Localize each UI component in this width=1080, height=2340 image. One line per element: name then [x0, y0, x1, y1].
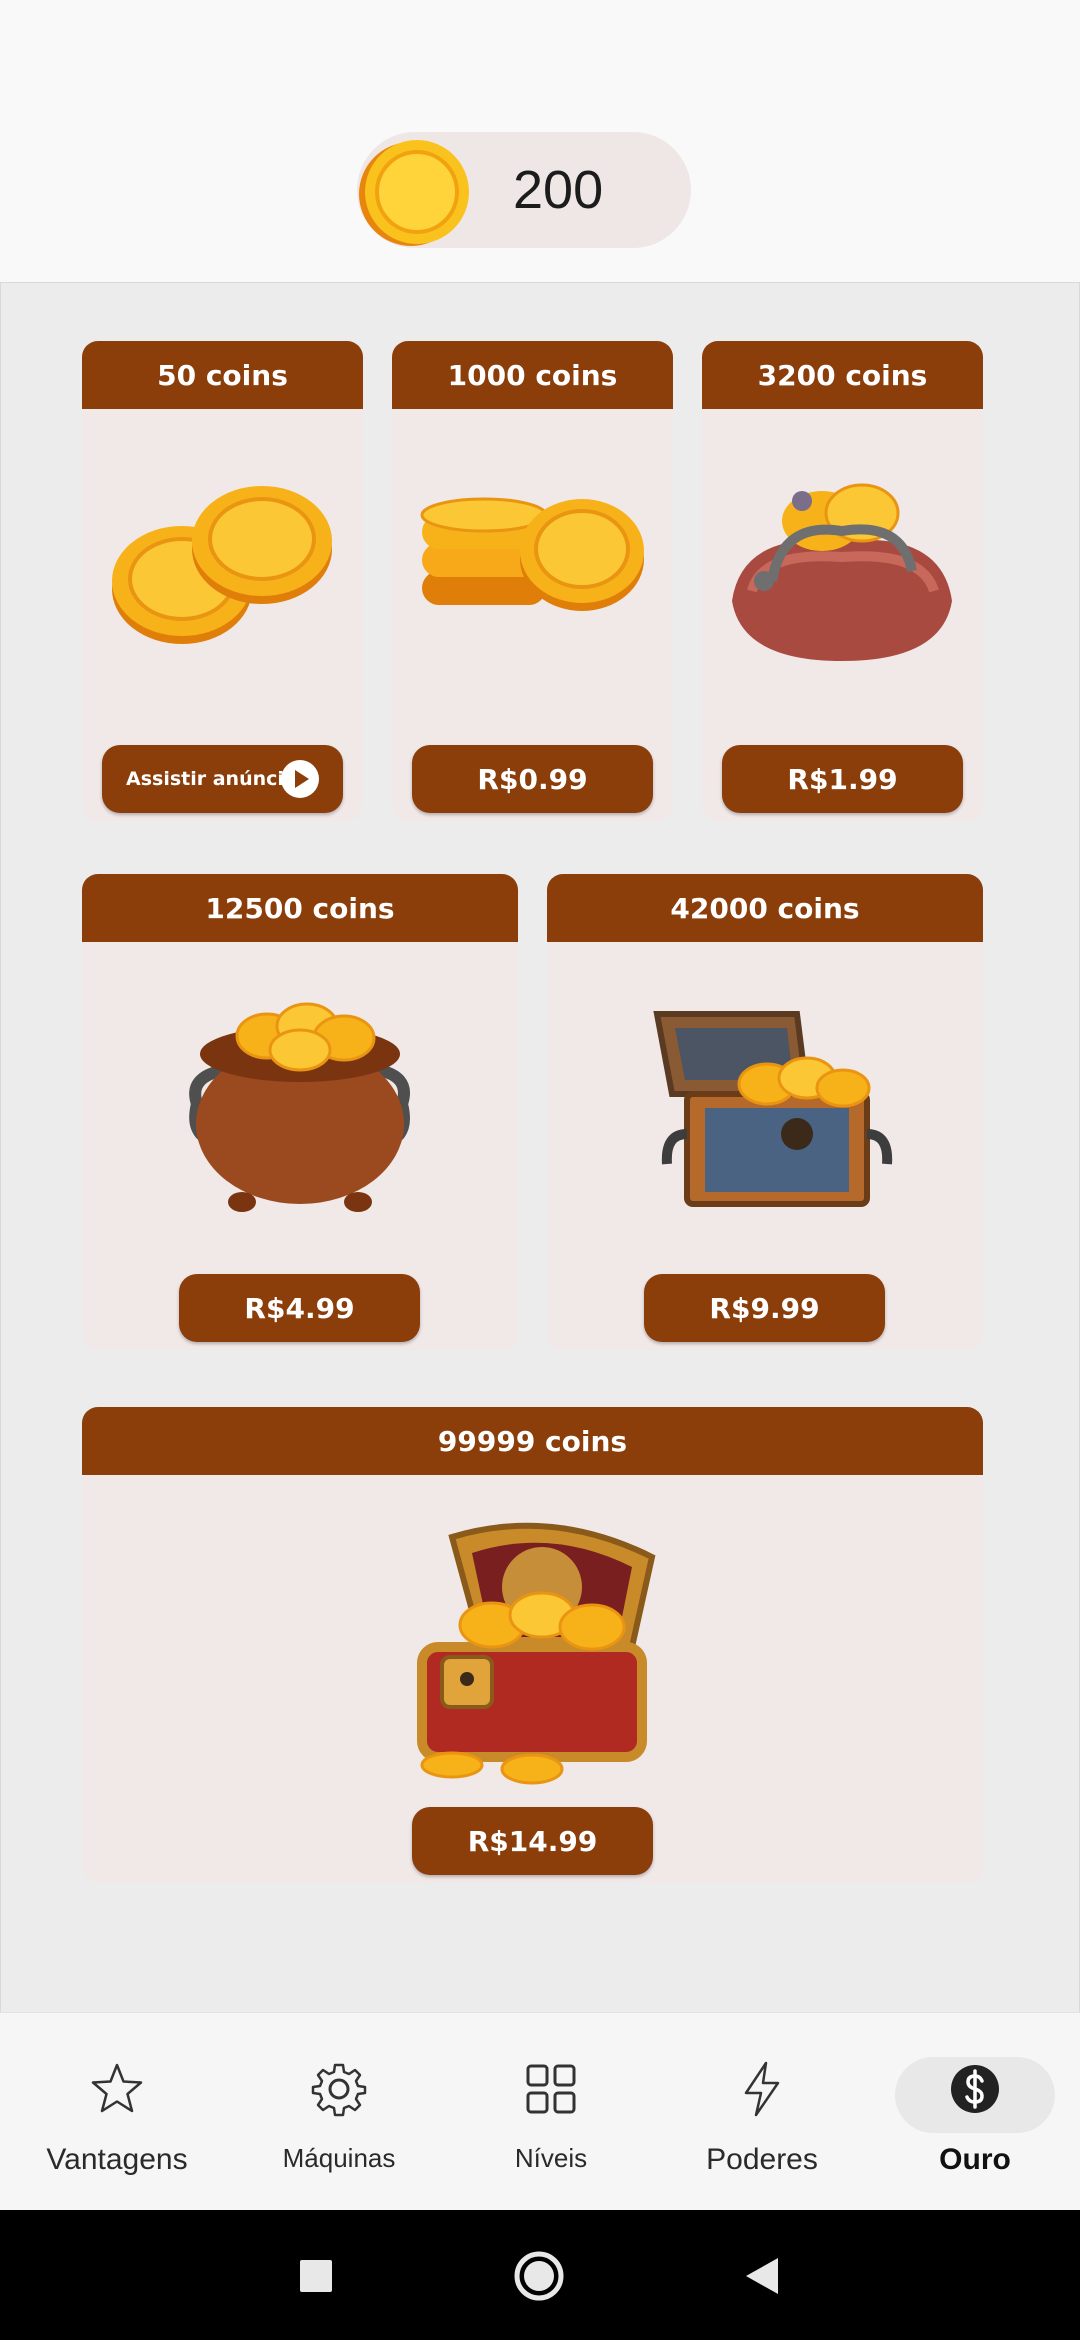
nav-item-ouro[interactable]: Ouro — [875, 2013, 1075, 2211]
pack-title: 42000 coins — [547, 874, 983, 942]
nav-label: Vantagens — [46, 2143, 188, 2176]
pack-card-3200: 3200 coins R$1.99 — [702, 341, 983, 821]
dollar-icon — [951, 2065, 999, 2113]
coin-count: 200 — [513, 160, 604, 220]
nav-item-niveis[interactable]: Níveis — [451, 2013, 651, 2211]
pack-card-99999: 99999 coins R$14.99 — [82, 1407, 983, 1883]
top-bar: 200 — [0, 0, 1080, 282]
nav-item-poderes[interactable]: Poderes — [662, 2013, 862, 2211]
watch-ad-label: Assistir anúncio — [126, 768, 297, 790]
golden-chest-image — [417, 1522, 656, 1785]
lightning-icon — [744, 2061, 780, 2117]
recents-button[interactable] — [300, 2260, 332, 2292]
back-button[interactable] — [742, 2256, 782, 2296]
pack-card-42000: 42000 coins R$9.99 — [547, 874, 983, 1350]
nav-label: Poderes — [706, 2143, 818, 2176]
star-icon — [91, 2063, 143, 2113]
buy-button-12500[interactable]: R$4.99 — [179, 1274, 420, 1342]
coin-purse-image — [732, 483, 952, 661]
pack-card-12500: 12500 coins R$4.99 — [82, 874, 518, 1350]
play-icon — [281, 760, 319, 798]
bottom-nav: Vantagens Máquinas Níveis Poderes Ouro — [0, 2012, 1080, 2211]
pack-card-1000: 1000 coins R$0.99 — [392, 341, 673, 821]
grid-icon — [526, 2064, 576, 2114]
nav-item-maquinas[interactable]: Máquinas — [239, 2013, 439, 2211]
two-coins-image — [112, 486, 332, 644]
pack-title: 50 coins — [82, 341, 363, 409]
pack-card-50: 50 coins Assistir anúncio — [82, 341, 363, 821]
coin-cauldron-image — [189, 1002, 410, 1212]
buy-button-42000[interactable]: R$9.99 — [644, 1274, 885, 1342]
system-nav-bar — [0, 2210, 1080, 2340]
watch-ad-button[interactable]: Assistir anúncio — [102, 745, 343, 813]
buy-button-1000[interactable]: R$0.99 — [412, 745, 653, 813]
nav-label: Ouro — [939, 2143, 1011, 2176]
coin-balance: 200 — [357, 132, 691, 248]
home-button[interactable] — [511, 2248, 567, 2304]
gear-icon — [311, 2063, 367, 2117]
pack-title: 3200 coins — [702, 341, 983, 409]
pack-title: 99999 coins — [82, 1407, 983, 1475]
nav-item-vantagens[interactable]: Vantagens — [17, 2013, 217, 2211]
coin-icon — [359, 140, 469, 246]
buy-button-99999[interactable]: R$14.99 — [412, 1807, 653, 1875]
coin-shop: 50 coins Assistir anúncio 1000 coins R$0… — [0, 282, 1080, 2014]
nav-label: Máquinas — [282, 2143, 396, 2173]
coin-stack-image — [420, 497, 644, 611]
pack-title: 12500 coins — [82, 874, 518, 942]
buy-button-3200[interactable]: R$1.99 — [722, 745, 963, 813]
nav-label: Níveis — [514, 2143, 588, 2173]
pack-title: 1000 coins — [392, 341, 673, 409]
treasure-chest-image — [653, 1011, 893, 1207]
